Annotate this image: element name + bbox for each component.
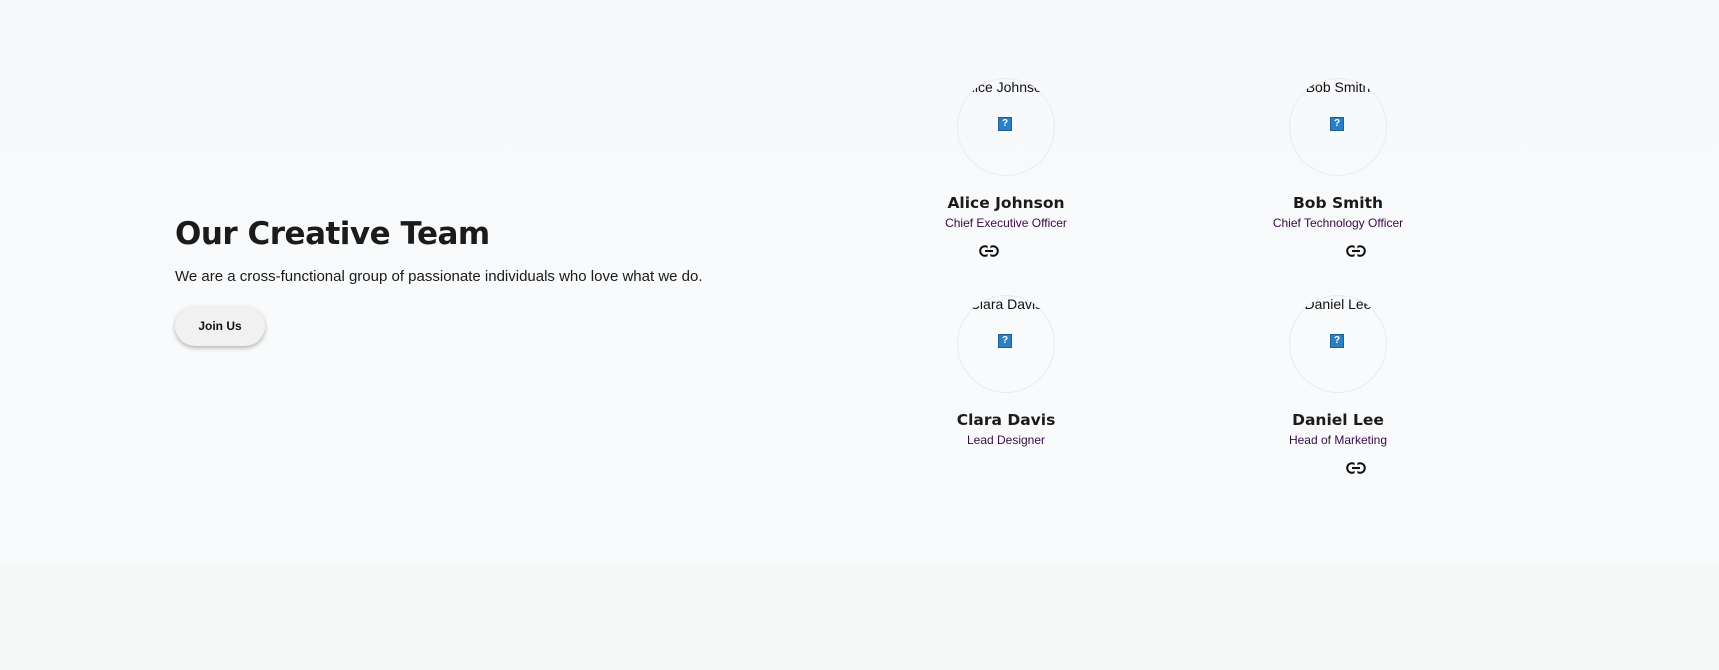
member-role: Chief Technology Officer (1272, 216, 1404, 230)
team-page: Our Creative Team We are a cross-functio… (0, 0, 1719, 670)
member-role: Lead Designer (966, 433, 1046, 447)
member-role: Chief Executive Officer (945, 216, 1067, 230)
broken-image-icon: ? (998, 117, 1012, 131)
member-name: Bob Smith (1292, 194, 1384, 212)
member-photo-alt-text: Bob Smith (1305, 79, 1371, 95)
team-member-card: Alice Johnson ? Alice Johnson Chief Exec… (876, 78, 1136, 231)
member-role: Head of Marketing (1288, 433, 1388, 447)
member-photo-alt-text: Alice Johnson (962, 79, 1050, 95)
member-photo: Daniel Lee ? (1289, 295, 1387, 393)
member-photo-alt-text: Daniel Lee (1304, 296, 1372, 312)
link-icon[interactable] (1346, 245, 1366, 257)
page-description: We are a cross-functional group of passi… (175, 268, 703, 285)
broken-image-icon: ? (998, 334, 1012, 348)
member-name: Daniel Lee (1292, 411, 1384, 429)
member-name: Clara Davis (956, 411, 1056, 429)
team-member-card: Bob Smith ? Bob Smith Chief Technology O… (1208, 78, 1468, 231)
team-intro: Our Creative Team We are a cross-functio… (175, 213, 735, 346)
broken-image-icon: ? (1330, 334, 1344, 348)
team-member-card: Daniel Lee ? Daniel Lee Head of Marketin… (1208, 295, 1468, 448)
page-title: Our Creative Team (175, 216, 490, 252)
broken-image-icon: ? (1330, 117, 1344, 131)
link-icon[interactable] (979, 245, 999, 257)
team-member-card: Clara Davis ? Clara Davis Lead Designer (876, 295, 1136, 448)
member-photo: Clara Davis ? (957, 295, 1055, 393)
member-name: Alice Johnson (947, 194, 1065, 212)
member-photo: Alice Johnson ? (957, 78, 1055, 176)
member-photo: Bob Smith ? (1289, 78, 1387, 176)
link-icon[interactable] (1346, 462, 1366, 474)
join-us-button[interactable]: Join Us (175, 306, 265, 346)
member-photo-alt-text: Clara Davis (969, 296, 1043, 312)
